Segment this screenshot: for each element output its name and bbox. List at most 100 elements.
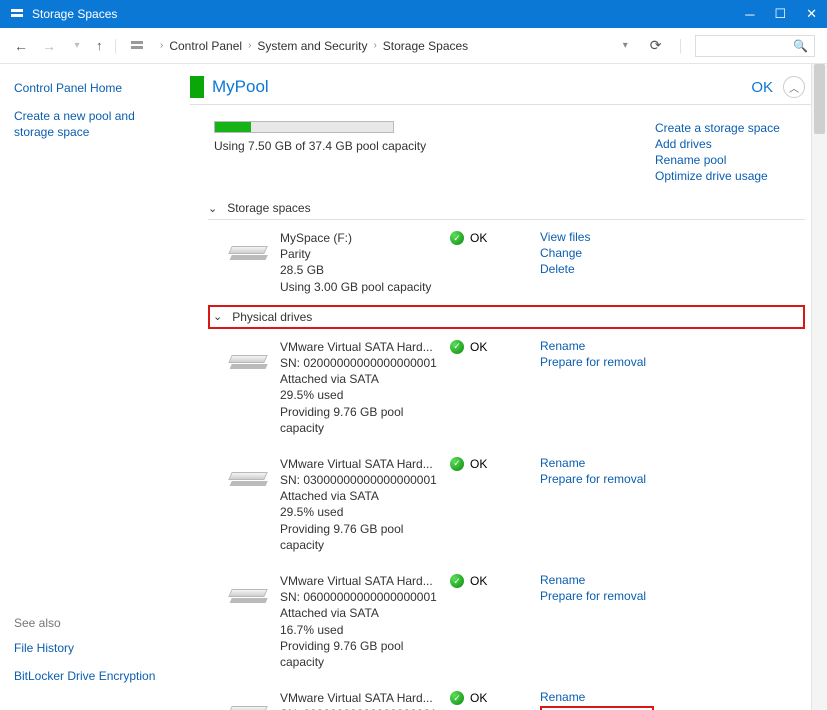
search-icon: 🔍 (793, 39, 808, 53)
close-button[interactable]: ✕ (806, 6, 817, 22)
drive-name: VMware Virtual SATA Hard... (280, 339, 440, 355)
minimize-button[interactable]: ─ (745, 7, 754, 22)
address-icon (130, 39, 144, 53)
drive-icon (230, 355, 270, 383)
recent-dropdown[interactable]: ▾ (68, 40, 86, 51)
drive-providing: Providing 9.76 GB pool capacity (280, 638, 440, 670)
delete-link[interactable]: Delete (540, 262, 680, 276)
main-panel: MyPool OK ︿ Using 7.50 GB of 37.4 GB poo… (186, 64, 827, 710)
physical-drives-label: Physical drives (232, 310, 312, 324)
drive-used: 16.7% used (280, 622, 440, 638)
drive-used: 29.5% used (280, 504, 440, 520)
sidebar: Control Panel Home Create a new pool and… (0, 64, 186, 710)
physical-drive-row: VMware Virtual SATA Hard...SN: 000000000… (208, 680, 805, 710)
window-title: Storage Spaces (32, 7, 745, 21)
add-drives-link[interactable]: Add drives (655, 137, 805, 151)
space-resiliency: Parity (280, 246, 440, 262)
status-ok-icon: ✓ (450, 574, 464, 588)
optimize-drive-usage-link[interactable]: Optimize drive usage (655, 169, 805, 183)
drive-attached: Attached via SATA (280, 488, 440, 504)
storage-spaces-icon (10, 7, 24, 21)
drive-status: OK (470, 574, 487, 588)
pool-header: MyPool OK ︿ (190, 70, 815, 105)
storage-space-row: MySpace (F:) Parity 28.5 GB Using 3.00 G… (208, 220, 805, 305)
chevron-right-icon[interactable]: › (248, 40, 251, 51)
breadcrumb-dropdown[interactable]: ▾ (623, 40, 628, 51)
breadcrumb-item[interactable]: System and Security (257, 39, 367, 53)
drive-name: VMware Virtual SATA Hard... (280, 456, 440, 472)
control-panel-home-link[interactable]: Control Panel Home (14, 80, 172, 96)
search-input[interactable]: 🔍 (695, 35, 815, 57)
drive-status: OK (470, 457, 487, 471)
pool-accent (190, 76, 204, 98)
bitlocker-link[interactable]: BitLocker Drive Encryption (14, 668, 174, 684)
refresh-button[interactable]: ⟳ (650, 37, 662, 54)
space-status: OK (470, 231, 487, 245)
physical-drives-section-header[interactable]: ⌄ Physical drives (208, 305, 805, 329)
titlebar: Storage Spaces ─ ☐ ✕ (0, 0, 827, 28)
chevron-down-icon: ⌄ (208, 202, 217, 215)
space-name: MySpace (F:) (280, 230, 440, 246)
physical-drive-row: VMware Virtual SATA Hard...SN: 030000000… (208, 446, 805, 563)
status-ok-icon: ✓ (450, 457, 464, 471)
chevron-down-icon: ⌄ (213, 310, 222, 323)
rename-drive-link[interactable]: Rename (540, 339, 680, 353)
pool-usage-text: Using 7.50 GB of 37.4 GB pool capacity (214, 139, 655, 153)
drive-attached: Attached via SATA (280, 605, 440, 621)
rename-drive-link[interactable]: Rename (540, 573, 680, 587)
up-button[interactable]: ↑ (96, 38, 103, 53)
drive-icon (230, 472, 270, 500)
space-size: 28.5 GB (280, 262, 440, 278)
pool-actions: Create a storage space Add drives Rename… (655, 121, 805, 185)
rename-pool-link[interactable]: Rename pool (655, 153, 805, 167)
prepare-for-removal-link[interactable]: Prepare for removal (540, 472, 680, 486)
pool-name[interactable]: MyPool (212, 77, 751, 97)
chevron-right-icon[interactable]: › (160, 40, 163, 51)
toolbar: ← → ▾ ↑ │ › Control Panel › System and S… (0, 28, 827, 64)
see-also-label: See also (14, 616, 174, 630)
status-ok-icon: ✓ (450, 340, 464, 354)
space-using: Using 3.00 GB pool capacity (280, 279, 440, 295)
physical-drive-row: VMware Virtual SATA Hard...SN: 020000000… (208, 329, 805, 446)
prepare-for-removal-link[interactable]: Prepare for removal (540, 355, 680, 369)
pool-usage-fill (215, 122, 251, 132)
breadcrumb: › Control Panel › System and Security › … (154, 39, 640, 53)
breadcrumb-item[interactable]: Control Panel (169, 39, 242, 53)
physical-drive-row: VMware Virtual SATA Hard...SN: 060000000… (208, 563, 805, 680)
drive-sn: SN: 00000000000000000001 (280, 706, 440, 710)
drive-sn: SN: 06000000000000000001 (280, 589, 440, 605)
drive-icon (230, 246, 270, 274)
drive-providing: Providing 9.76 GB pool capacity (280, 521, 440, 553)
rename-drive-link[interactable]: Rename (540, 456, 680, 470)
pool-usage-bar (214, 121, 394, 133)
status-ok-icon: ✓ (450, 231, 464, 245)
chevron-right-icon[interactable]: › (373, 40, 376, 51)
status-ok-icon: ✓ (450, 691, 464, 705)
change-link[interactable]: Change (540, 246, 680, 260)
drive-icon (230, 589, 270, 617)
prepare-for-removal-link[interactable]: Prepare for removal (540, 589, 680, 603)
drive-providing: Providing 9.76 GB pool capacity (280, 404, 440, 436)
storage-spaces-section-header[interactable]: ⌄ Storage spaces (208, 197, 805, 220)
prepare-for-removal-link[interactable]: Prepare for removal (540, 706, 654, 710)
create-storage-space-link[interactable]: Create a storage space (655, 121, 805, 135)
forward-button[interactable]: → (40, 38, 58, 54)
file-history-link[interactable]: File History (14, 640, 174, 656)
scrollbar-thumb[interactable] (814, 64, 825, 134)
drive-used: 29.5% used (280, 387, 440, 403)
collapse-pool-button[interactable]: ︿ (783, 76, 805, 98)
drive-status: OK (470, 340, 487, 354)
rename-drive-link[interactable]: Rename (540, 690, 680, 704)
breadcrumb-item[interactable]: Storage Spaces (383, 39, 468, 53)
back-button[interactable]: ← (12, 38, 30, 54)
vertical-scrollbar[interactable] (811, 64, 827, 710)
drive-sn: SN: 03000000000000000001 (280, 472, 440, 488)
view-files-link[interactable]: View files (540, 230, 680, 244)
storage-spaces-label: Storage spaces (227, 201, 310, 215)
drive-icon (230, 706, 270, 710)
maximize-button[interactable]: ☐ (774, 6, 786, 22)
pool-status: OK (751, 79, 773, 96)
drive-attached: Attached via SATA (280, 371, 440, 387)
drive-status: OK (470, 691, 487, 705)
create-pool-link[interactable]: Create a new pool and storage space (14, 108, 172, 140)
